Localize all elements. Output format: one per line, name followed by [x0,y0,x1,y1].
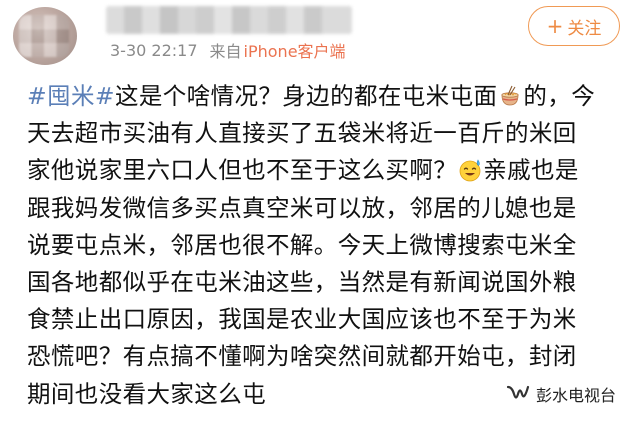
content-line-7: 食禁止出口原因，我国是农业大国应该也不至于为米 [27,305,577,334]
content-text: 亲戚也是 [483,156,579,185]
weibo-post: 3-30 22:17 来自 iPhone客户端 + 关注 #囤米#这是个啥情况？… [0,0,640,421]
watermark: 彭水电视台 [506,381,616,407]
content-line-6: 国各地都似乎在屯米油这些，当然是有新闻说国外粮 [27,267,577,296]
follow-button[interactable]: + 关注 [528,6,620,46]
wechat-channel-icon [506,385,530,399]
content-line-5: 说要屯点米，邻居也很不解。今天上微博搜索屯米全 [27,230,577,259]
content-text: 家他说家里六口人但也不至于这么买啊？ [27,156,458,185]
content-text: 的，今 [523,82,596,110]
content-line-1: #囤米#这是个啥情况？身边的都在屯米屯面 的，今 [27,78,627,115]
post-header: 3-30 22:17 来自 iPhone客户端 + 关注 [0,0,640,74]
content-line-4: 跟我妈发微信多买点真空米可以放，邻居的儿媳也是 [27,193,577,222]
username-blurred[interactable] [106,6,352,34]
source-prefix: 来自 [209,42,242,61]
plus-icon: + [546,14,564,38]
post-meta: 3-30 22:17 来自 iPhone客户端 [110,38,346,62]
avatar-blur [19,15,69,57]
hashtag-link[interactable]: #囤米# [27,82,115,110]
content-line-3: 家他说家里六口人但也不至于这么买啊？ 亲戚也是 [27,152,627,189]
noodle-bowl-icon [501,85,519,106]
watermark-label: 彭水电视台 [536,386,617,405]
content-line-8: 恐慌吧？有点搞不懂啊为啥突然间就都开始屯，封闭 [27,342,577,371]
content-line-2: 天去超市买油有人直接买了五袋米将近一百斤的米回 [27,119,577,148]
post-time: 3-30 22:17 [110,40,198,60]
sweat-smile-icon [459,159,481,182]
content-text: 这是个啥情况？身边的都在屯米屯面 [114,82,498,110]
follow-button-label: 关注 [567,18,602,39]
source-link[interactable]: iPhone客户端 [244,38,346,62]
avatar[interactable] [13,7,77,65]
post-content: #囤米#这是个啥情况？身边的都在屯米屯面 的，今 天去超市买油有人直接买了五袋米… [27,78,627,413]
